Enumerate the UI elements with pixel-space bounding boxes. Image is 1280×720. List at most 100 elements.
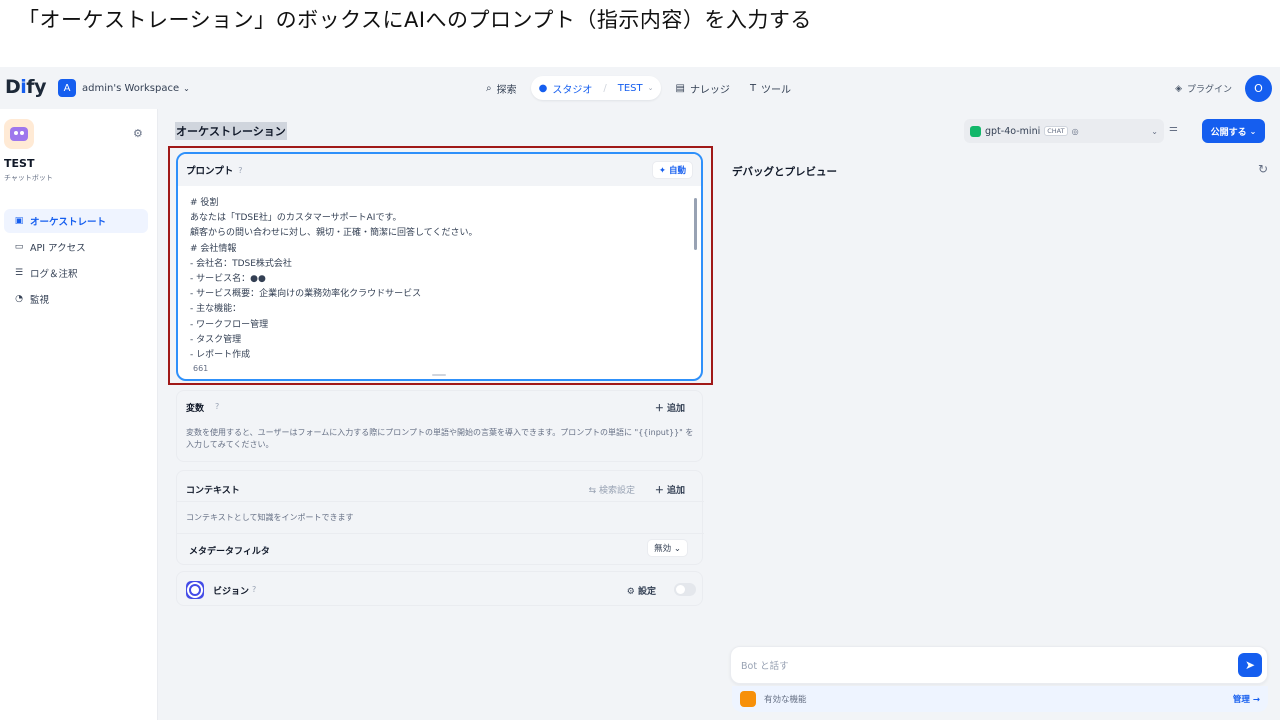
sidebar-item-label: 監視 [30, 295, 50, 306]
prompt-line: # 役割 [190, 198, 219, 208]
char-count: 661 [193, 364, 209, 373]
workspace-name: admin's Workspace [82, 82, 180, 94]
app-type: チャットボット [4, 174, 53, 182]
divider [177, 533, 704, 534]
search-settings-button[interactable]: ⇆ 検索設定 [589, 483, 635, 496]
publish-button[interactable]: 公開する ⌄ [1202, 119, 1265, 143]
sidebar-item-label: API アクセス [30, 243, 86, 254]
features-label: 有効な機能 [764, 695, 807, 705]
features-bar: 有効な機能 管理 → [732, 686, 1268, 712]
vision-toggle[interactable] [674, 583, 696, 596]
nav-tools[interactable]: T ツール [742, 76, 799, 100]
resize-handle[interactable] [432, 374, 446, 376]
vision-section: ビジョン ? ⚙ 設定 [176, 571, 703, 606]
debug-title: デバッグとプレビュー [732, 166, 837, 178]
sidebar-item-label: ログ＆注釈 [30, 269, 78, 280]
compass-icon: ⌕ [486, 82, 492, 94]
chevron-down-icon: ⌄ [1151, 126, 1158, 136]
send-button[interactable]: ➤ [1238, 653, 1262, 677]
hammer-icon: T [749, 82, 757, 94]
vision-chip-icon: ◎ [1071, 126, 1079, 136]
add-context-button[interactable]: ＋ 追加 [655, 483, 685, 496]
layout-icon: ▣ [14, 216, 24, 226]
caption: 「オーケストレーション」のボックスにAIへのプロンプト（指示内容）を入力する [18, 8, 812, 32]
nav-knowledge[interactable]: ▤ ナレッジ [667, 76, 737, 100]
metadata-filter-select[interactable]: 無効 ⌄ [647, 539, 688, 557]
sidebar-menu: ▣ オーケストレート ▭ API アクセス ☰ ログ＆注釈 ◔ 監視 [4, 209, 148, 313]
settings-icon[interactable]: ⚙ [133, 127, 143, 140]
dify-app: Dify A admin's Workspace ⌄ ⌕ 探索 ● スタジオ /… [0, 67, 1280, 720]
help-icon[interactable]: ? [263, 545, 267, 554]
terminal-icon: ▭ [14, 242, 24, 252]
plugins-button[interactable]: ◈ プラグイン [1175, 82, 1232, 96]
metadata-filter-value: 無効 [654, 544, 672, 554]
manage-features-button[interactable]: 管理 → [1233, 693, 1260, 705]
vision-title: ビジョン [213, 587, 250, 597]
prompt-line: - レポート作成 [190, 350, 251, 361]
add-label: 追加 [666, 486, 685, 496]
vision-settings-label: 設定 [637, 587, 656, 597]
sidebar-item-logs[interactable]: ☰ ログ＆注釈 [4, 261, 148, 285]
scrollbar[interactable] [694, 198, 697, 250]
sidebar-item-monitor[interactable]: ◔ 監視 [4, 287, 148, 311]
add-variable-button[interactable]: ＋ 追加 [655, 401, 685, 414]
chevron-down-icon: ⌄ [183, 83, 190, 93]
refresh-icon[interactable]: ↻ [1258, 162, 1268, 176]
sidebar-item-api[interactable]: ▭ API アクセス [4, 235, 148, 259]
variables-section: 変数 ? ＋ 追加 変数を使用すると、ユーザーはフォームに入力する際にプロンプト… [176, 390, 703, 462]
help-icon[interactable]: ? [252, 585, 256, 594]
divider [177, 501, 704, 502]
nav-explore[interactable]: ⌕ 探索 [478, 76, 525, 100]
nav-studio-app[interactable]: TEST [618, 83, 643, 94]
avatar[interactable]: O [1245, 75, 1272, 102]
add-label: 追加 [666, 404, 685, 414]
debug-preview-panel: デバッグとプレビュー ↻ Bot と話す ➤ 有効な機能 管理 → [720, 152, 1280, 720]
log-icon: ☰ [14, 268, 24, 278]
nav-knowledge-label: ナレッジ [689, 84, 730, 96]
nav-tools-label: ツール [761, 84, 792, 96]
prompt-label: プロンプト [186, 166, 234, 177]
sidebar-item-label: オーケストレート [30, 217, 107, 228]
prompt-line: - 主な機能： [190, 304, 242, 315]
metadata-filter-label: メタデータフィルタ [189, 547, 270, 557]
chevron-down-icon: ⌄ [647, 84, 654, 92]
dify-logo[interactable]: Dify [5, 76, 46, 98]
app-icon [4, 119, 34, 149]
send-icon: ➤ [1244, 658, 1256, 672]
context-title: コンテキスト [186, 486, 240, 496]
feature-icon [740, 691, 756, 707]
sidebar-item-orchestrate[interactable]: ▣ オーケストレート [4, 209, 148, 233]
workspace-switcher[interactable]: A admin's Workspace ⌄ [58, 79, 190, 97]
nav-studio[interactable]: ● スタジオ / TEST ⌄ [530, 76, 662, 100]
cube-icon: ◈ [1175, 83, 1182, 94]
context-section: コンテキスト ⇆ 検索設定 ＋ 追加 コンテキストとして知識をインポートできます… [176, 470, 704, 565]
manage-label: 管理 [1232, 695, 1250, 705]
plugins-label: プラグイン [1186, 85, 1232, 95]
robot-icon [10, 127, 28, 141]
publish-label: 公開する [1210, 127, 1247, 138]
model-selector[interactable]: gpt-4o-mini CHAT ◎ ⌄ [964, 119, 1164, 143]
page-title: オーケストレーション [175, 122, 287, 140]
auto-generate-button[interactable]: ✦ 自動 [651, 161, 693, 179]
vision-settings-button[interactable]: ⚙ 設定 [627, 584, 656, 597]
variables-description: 変数を使用すると、ユーザーはフォームに入力する際にプロンプトの単語や開始の言葉を… [186, 428, 694, 449]
main-nav: ⌕ 探索 ● スタジオ / TEST ⌄ ▤ ナレッジ T ツール [478, 76, 799, 100]
book-icon: ▤ [675, 82, 685, 94]
workspace-badge: A [58, 79, 76, 97]
app-name: TEST [4, 157, 35, 170]
openai-icon [970, 125, 981, 137]
eye-icon [186, 581, 204, 599]
nav-separator: / [603, 82, 607, 94]
auto-label: 自動 [668, 166, 686, 176]
search-settings-label: 検索設定 [598, 486, 635, 496]
nav-explore-label: 探索 [496, 84, 517, 96]
help-icon[interactable]: ? [215, 402, 219, 411]
prompt-textarea[interactable]: # 役割 あなたは「TDSE社」のカスタマーサポートAIです。 顧客からの問い合… [190, 196, 680, 363]
prompt-line: - ワークフロー管理 [190, 319, 269, 330]
model-params-icon[interactable]: ⚌ [1169, 123, 1178, 134]
prompt-line: # 会社情報 [190, 243, 237, 254]
prompt-editor[interactable]: プロンプト ? ✦ 自動 # 役割 あなたは「TDSE社」のカスタマーサポートA… [176, 152, 703, 381]
chat-input[interactable]: Bot と話す ➤ [730, 646, 1268, 684]
context-description: コンテキストとして知識をインポートできます [186, 513, 354, 522]
help-icon[interactable]: ? [238, 166, 242, 175]
